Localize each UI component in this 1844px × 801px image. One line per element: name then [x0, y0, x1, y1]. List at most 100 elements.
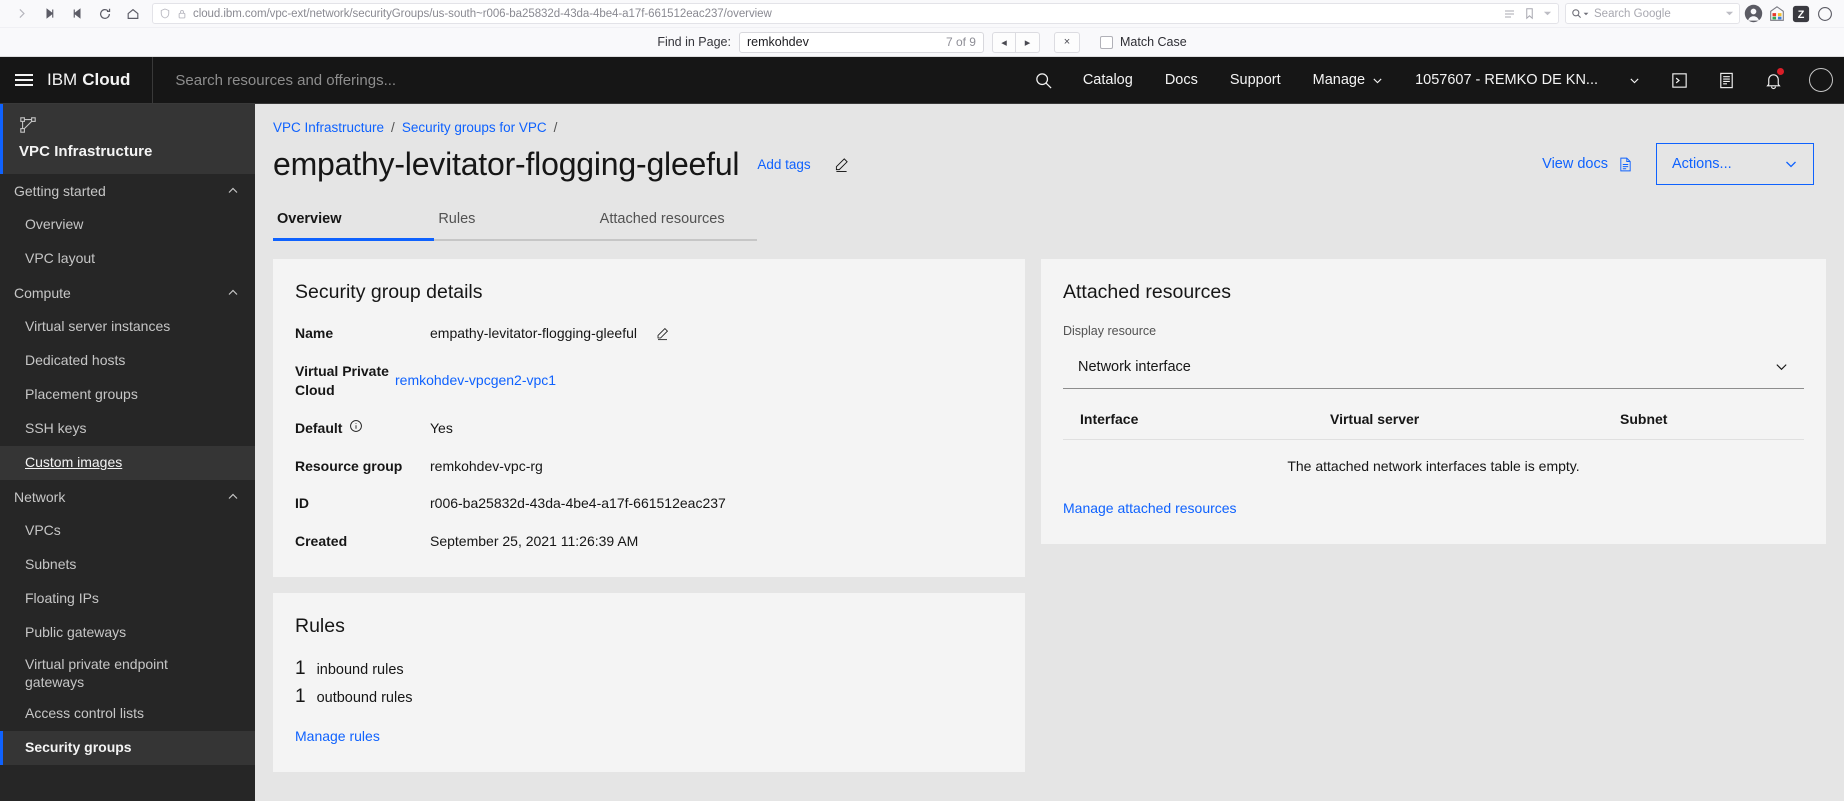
notifications-bell-icon[interactable]	[1750, 57, 1797, 103]
information-icon[interactable]	[349, 419, 363, 433]
shell-terminal-icon[interactable]	[1656, 57, 1703, 103]
header-nav-support[interactable]: Support	[1214, 57, 1297, 103]
inbound-rules-row: 1 inbound rules	[295, 658, 1003, 680]
chevron-down-icon[interactable]	[1725, 9, 1734, 18]
vpc-infrastructure-icon	[19, 116, 237, 139]
docs-panel-icon[interactable]	[1703, 57, 1750, 103]
chevron-down-icon	[1774, 359, 1789, 374]
detail-value: September 25, 2021 11:26:39 AM	[430, 533, 639, 550]
detail-value-wrap: September 25, 2021 11:26:39 AM	[430, 532, 638, 551]
bookmark-icon[interactable]	[1524, 7, 1535, 20]
ibm-cloud-header: IBM Cloud Search resources and offerings…	[0, 57, 1844, 104]
sidebar-item-placement-groups[interactable]: Placement groups	[0, 378, 255, 412]
breadcrumb-item-vpc-infrastructure[interactable]: VPC Infrastructure	[273, 120, 384, 135]
svg-text:Z: Z	[1798, 9, 1805, 21]
sidebar-item-virtual-private-endpoint-gateways[interactable]: Virtual private endpoint gateways	[0, 650, 255, 697]
find-next-button[interactable]: ▸	[1015, 31, 1040, 53]
detail-row-default: Default Yes	[295, 419, 1003, 438]
tab-overview[interactable]: Overview	[273, 211, 435, 241]
detail-key: ID	[295, 495, 309, 512]
address-bar[interactable]: cloud.ibm.com/vpc-ext/network/securityGr…	[152, 3, 1559, 24]
forward-arrow-icon[interactable]	[8, 2, 34, 26]
browser-search-bar[interactable]: Search Google	[1565, 3, 1740, 24]
breadcrumb-item-security-groups-for-vpc[interactable]: Security groups for VPC	[402, 120, 547, 135]
manage-rules-link[interactable]: Manage rules	[295, 728, 380, 744]
zotero-extension-icon[interactable]: Z	[1790, 3, 1812, 25]
global-search-input[interactable]: Search resources and offerings...	[152, 57, 1019, 103]
match-case-checkbox[interactable]	[1099, 35, 1113, 49]
tab-rules[interactable]: Rules	[434, 211, 596, 241]
header-nav-docs[interactable]: Docs	[1149, 57, 1214, 103]
detail-row-created: Created September 25, 2021 11:26:39 AM	[295, 532, 1003, 551]
lock-icon	[177, 8, 187, 20]
sidebar-product-header[interactable]: VPC Infrastructure	[0, 104, 255, 174]
shield-icon	[159, 7, 171, 20]
detail-value: r006-ba25832d-43da-4be4-a17f-661512eac23…	[430, 495, 726, 512]
sidebar-item-vpc-layout[interactable]: VPC layout	[0, 242, 255, 276]
edit-name-icon[interactable]	[655, 326, 670, 341]
header-nav-manage[interactable]: Manage	[1297, 57, 1399, 103]
global-search-placeholder: Search resources and offerings...	[175, 71, 397, 89]
brand-ibm: IBM	[47, 70, 78, 89]
match-case-label: Match Case	[1119, 35, 1187, 49]
sidebar-section-label: Network	[14, 489, 66, 505]
sidebar-item-overview[interactable]: Overview	[0, 208, 255, 242]
sidebar-section-getting-started[interactable]: Getting started	[0, 174, 255, 208]
view-docs-link[interactable]: View docs	[1542, 156, 1634, 173]
sidebar-item-virtual-server-instances[interactable]: Virtual server instances	[0, 310, 255, 344]
header-nav-label: Support	[1229, 72, 1281, 88]
hamburger-menu-icon[interactable]	[0, 57, 47, 103]
ibm-cloud-logo[interactable]: IBM Cloud	[47, 57, 152, 103]
sidebar-item-custom-images[interactable]: Custom images	[0, 446, 255, 480]
outbound-rules-row: 1 outbound rules	[295, 686, 1003, 708]
display-resource-select[interactable]: Network interface	[1063, 345, 1804, 389]
left-sidebar: VPC Infrastructure Getting started Overv…	[0, 104, 255, 801]
tab-label: Overview	[277, 211, 342, 227]
find-input[interactable]: remkohdev 7 of 9	[738, 31, 984, 53]
sidebar-item-ssh-keys[interactable]: SSH keys	[0, 412, 255, 446]
tab-attached-resources[interactable]: Attached resources	[595, 211, 757, 241]
detail-value-link[interactable]: remkohdev-vpcgen2-vpc1	[395, 371, 556, 390]
skip-back-icon[interactable]	[36, 2, 62, 26]
header-nav-catalog[interactable]: Catalog	[1067, 57, 1149, 103]
sidebar-item-vpcs[interactable]: VPCs	[0, 514, 255, 548]
reload-icon[interactable]	[92, 2, 118, 26]
skip-forward-icon[interactable]	[64, 2, 90, 26]
header-nav-label: Catalog	[1082, 72, 1133, 88]
sidebar-item-security-groups[interactable]: Security groups	[0, 731, 255, 765]
add-tags-button[interactable]: Add tags	[757, 157, 810, 172]
actions-button[interactable]: Actions...	[1656, 143, 1814, 185]
sidebar-item-label: VPCs	[25, 522, 61, 539]
user-avatar[interactable]	[1797, 57, 1844, 103]
detail-row-virtual-private-cloud: Virtual Private Cloud remkohdev-vpcgen2-…	[295, 362, 1003, 400]
header-nav-account[interactable]: 1057607 - REMKO DE KN...	[1399, 57, 1656, 103]
extension-colored-icon[interactable]	[1766, 3, 1788, 25]
notification-badge-dot	[1777, 68, 1784, 75]
sidebar-item-subnets[interactable]: Subnets	[0, 548, 255, 582]
sidebar-item-label: Access control lists	[25, 705, 145, 722]
home-icon[interactable]	[120, 2, 146, 26]
find-match-count: 7 of 9	[945, 35, 976, 49]
attached-resources-card: Attached resources Display resource Netw…	[1041, 259, 1826, 544]
detail-row-resource-group: Resource group remkohdev-vpc-rg	[295, 457, 1003, 476]
sidebar-item-floating-ips[interactable]: Floating IPs	[0, 582, 255, 616]
display-resource-value: Network interface	[1078, 358, 1191, 375]
sidebar-item-dedicated-hosts[interactable]: Dedicated hosts	[0, 344, 255, 378]
match-case-control[interactable]: Match Case	[1099, 35, 1187, 49]
account-avatar-icon[interactable]	[1742, 3, 1764, 25]
sidebar-item-access-control-lists[interactable]: Access control lists	[0, 697, 255, 731]
chevron-down-icon[interactable]	[1543, 9, 1552, 18]
main-content: VPC Infrastructure / Security groups for…	[255, 104, 1844, 801]
detail-value-wrap: r006-ba25832d-43da-4be4-a17f-661512eac23…	[430, 494, 726, 513]
edit-title-icon[interactable]	[833, 156, 850, 173]
sidebar-item-public-gateways[interactable]: Public gateways	[0, 616, 255, 650]
sidebar-section-network[interactable]: Network	[0, 480, 255, 514]
window-menu-icon[interactable]	[1814, 3, 1836, 25]
global-search-icon[interactable]	[1020, 57, 1067, 103]
sidebar-section-compute[interactable]: Compute	[0, 276, 255, 310]
manage-attached-resources-link[interactable]: Manage attached resources	[1063, 500, 1237, 516]
find-previous-button[interactable]: ◂	[991, 31, 1016, 53]
find-close-button[interactable]: ×	[1053, 31, 1080, 53]
sidebar-item-label: Virtual server instances	[25, 318, 171, 335]
reader-view-icon[interactable]	[1503, 8, 1516, 20]
